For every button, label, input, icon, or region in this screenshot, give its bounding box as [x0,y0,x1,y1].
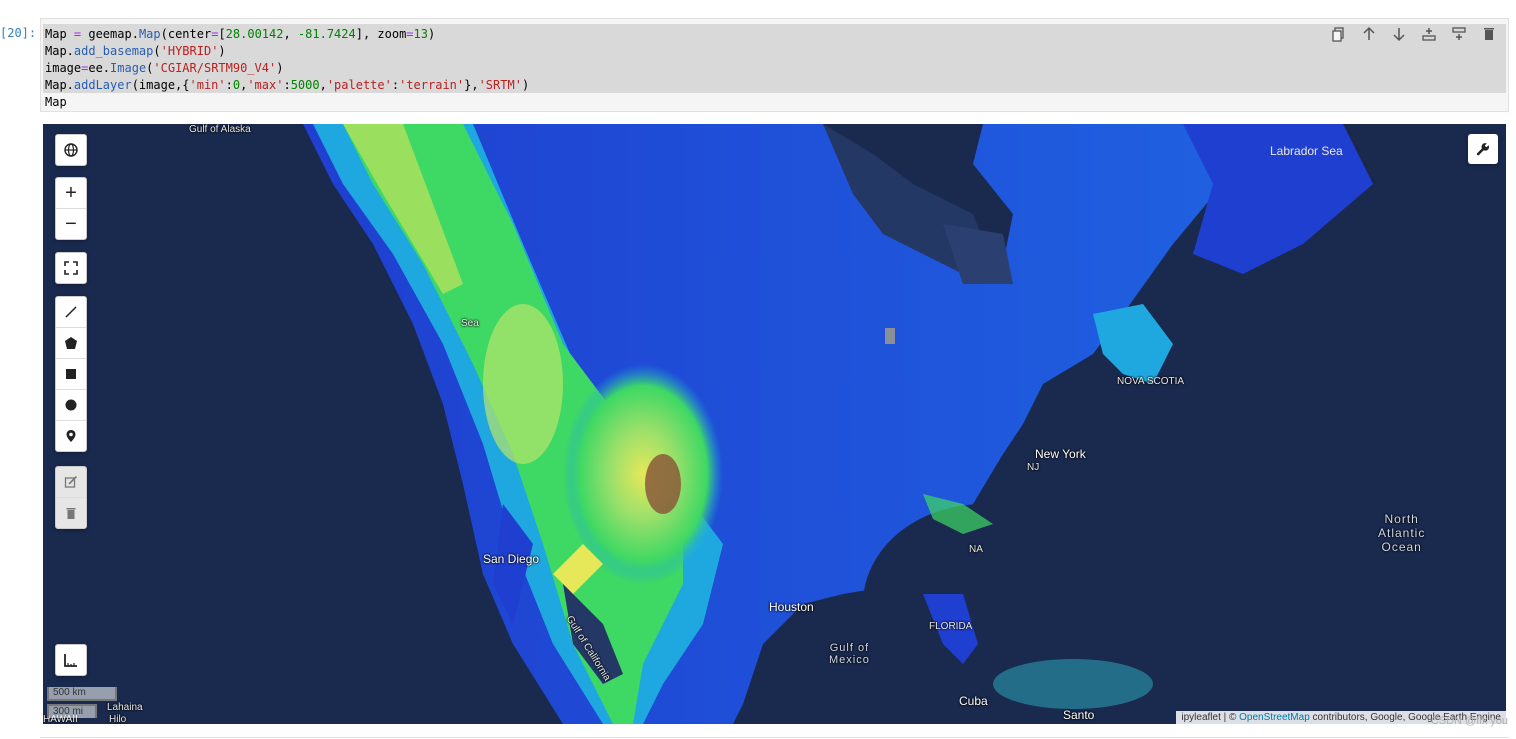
code-token: (image,{ [131,78,190,92]
code-line: Map.add_basemap('HYBRID') [45,43,226,60]
code-token: 13 [413,27,428,41]
draw-rectangle-icon[interactable] [56,359,86,390]
insert-below-icon[interactable] [1450,25,1468,43]
map-widget[interactable]: Gulf of Alaska Labrador Sea Sea NOVA SCO… [43,124,1506,724]
code-token: 'palette' [326,78,392,92]
code-line: image=ee.Image('CGIAR/SRTM90_V4') [45,60,283,77]
draw-circle-icon[interactable] [56,390,86,421]
draw-control [55,296,87,452]
trash-icon[interactable] [1480,25,1498,43]
code-cell[interactable]: Map = geemap.Map(center=[28.00142, -81.7… [40,18,1509,112]
arrow-down-icon[interactable] [1390,25,1408,43]
code-token: -81.7424 [297,27,356,41]
label-north-atlantic-ocean: North Atlantic Ocean [1378,512,1426,554]
code-token: ) [218,44,226,58]
code-token: ) [427,27,436,41]
code-token: image [45,61,82,75]
label-houston: Houston [769,600,814,614]
code-token: = [406,27,414,41]
code-token: 0 [232,78,241,92]
code-line: Map = geemap.Map(center=[28.00142, -81.7… [45,26,435,43]
label-san-diego: San Diego [483,552,540,566]
scale-metric: 500 km [47,687,117,701]
code-token: 28.00142 [225,27,284,41]
zoom-out-button[interactable]: − [56,209,86,239]
code-token: 'HYBRID' [160,44,219,58]
code-token: Map [138,27,161,41]
measure-control [55,644,87,676]
globe-icon[interactable] [56,135,86,165]
code-token: 'SRTM' [478,78,522,92]
label-lahaina: Lahaina [107,702,143,713]
toolbar-wrench-button[interactable] [1468,134,1498,164]
code-token: 'min' [189,78,226,92]
label-nova-scotia: NOVA SCOTIA [1117,376,1185,387]
code-token: add_basemap [73,44,154,58]
code-token: Map. [45,44,74,58]
delete-layers-icon[interactable] [56,498,86,528]
edit-layers-icon[interactable] [56,467,86,498]
code-token: (center [160,27,212,41]
code-token: Map [45,95,67,109]
code-token: Map [45,27,74,41]
code-token: ], zoom [355,27,407,41]
fullscreen-control [55,252,87,284]
code-token: addLayer [73,78,132,92]
code-token: geemap. [88,27,139,41]
openstreetmap-link[interactable]: OpenStreetMap [1239,712,1310,723]
zoom-in-button[interactable]: + [56,178,86,209]
basemap-control [55,134,87,166]
edit-control [55,466,87,529]
label-new-york: New York [1035,447,1086,461]
terrain-layer[interactable] [43,124,1506,724]
code-line: Map [45,94,67,111]
draw-marker-icon[interactable] [56,421,86,451]
insert-above-icon[interactable] [1420,25,1438,43]
watermark: CSDN @fix you [1430,715,1508,727]
code-token: : [391,78,400,92]
label-sea: Sea [461,318,479,329]
code-token: : [225,78,233,92]
label-santo: Santo [1063,708,1095,722]
label-gulf-of-mexico: Gulf of Mexico [829,642,870,666]
zoom-control: + − [55,177,87,240]
code-token: ) [521,78,530,92]
label-hilo: Hilo [109,714,127,724]
attribution-prefix: ipyleaflet | © [1181,712,1240,723]
code-token: }, [464,78,479,92]
code-editor[interactable]: Map = geemap.Map(center=[28.00142, -81.7… [43,24,1506,109]
duplicate-icon[interactable] [1330,25,1348,43]
code-token: ee. [88,61,111,75]
draw-polygon-icon[interactable] [56,328,86,359]
code-token: Map. [45,78,74,92]
code-token: : [283,78,291,92]
label-gulf-of-alaska: Gulf of Alaska [189,124,251,135]
code-token: 'CGIAR/SRTM90_V4' [153,61,277,75]
scale-imperial: 300 mi [47,704,97,718]
label-labrador-sea: Labrador Sea [1270,144,1343,158]
arrow-up-icon[interactable] [1360,25,1378,43]
code-token: = [73,27,89,41]
code-token: Image [110,61,147,75]
wrench-icon [1476,143,1489,156]
cell-toolbar [1330,25,1498,43]
code-token: 'terrain' [399,78,465,92]
code-token: 'max' [247,78,284,92]
label-nj: NJ [1027,462,1040,473]
fullscreen-icon[interactable] [56,253,86,283]
code-token: 5000 [290,78,320,92]
label-na: NA [969,544,983,555]
cell-divider [40,737,1509,738]
code-token: ( [153,44,161,58]
code-token: , [283,27,298,41]
code-token: [ [218,27,226,41]
cell-prompt: [20]: [0,26,37,40]
code-line: Map.addLayer(image,{'min':0,'max':5000,'… [45,77,529,94]
code-token: ) [276,61,284,75]
draw-polyline-icon[interactable] [56,297,86,328]
code-token: , [319,78,327,92]
label-florida: FLORIDA [929,621,973,632]
label-cuba: Cuba [959,694,988,708]
ruler-icon[interactable] [56,645,86,675]
